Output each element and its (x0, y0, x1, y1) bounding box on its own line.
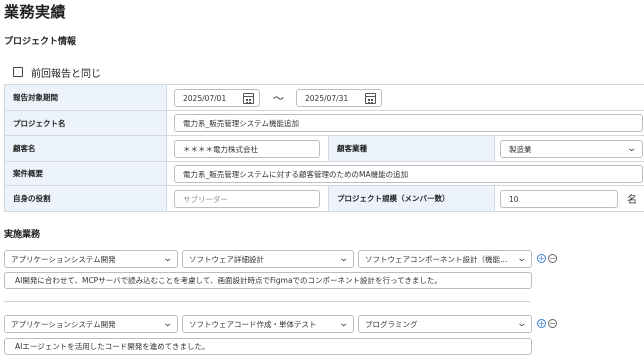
task-category-select[interactable]: アプリケーションシステム開発 ⌄ (4, 315, 178, 333)
role-row: 自身の役割 サブリーダー プロジェクト規模（メンバー数） 10 (4, 186, 644, 212)
plus-circle-icon[interactable]: + (537, 319, 546, 328)
role-input[interactable]: サブリーダー (174, 190, 320, 208)
period-start-input[interactable]: 2025/07/01 (174, 89, 260, 107)
chevron-down-icon: ⌄ (516, 319, 528, 329)
task-description-input[interactable]: AI開発に合わせて、MCPサーバで読み込むことを考慮して、画面設計時点でFigm… (4, 272, 532, 289)
industry-select[interactable]: 製造業 ⌄ (500, 140, 643, 158)
plus-circle-icon[interactable]: + (537, 254, 546, 263)
scale-label: プロジェクト規模（メンバー数） (328, 186, 495, 211)
industry-label: 顧客業種 (328, 136, 495, 161)
same-as-previous-checkbox[interactable] (13, 67, 23, 77)
chevron-down-icon: ⌄ (338, 319, 350, 329)
chevron-down-icon: ⌄ (626, 144, 638, 154)
role-label: 自身の役割 (4, 186, 167, 211)
scale-input[interactable]: 10 (500, 190, 618, 208)
tasks-section-title: 実施業務 (4, 230, 41, 240)
project-name-row: プロジェクト名 電力系_販売管理システム機能追加 (4, 111, 644, 136)
period-end-input[interactable]: 2025/07/31 (296, 89, 382, 107)
scale-unit: 名 (627, 195, 637, 206)
client-row: 顧客名 ＊＊＊＊電力株式会社 顧客業種 製造業 ⌄ (4, 136, 644, 162)
chevron-down-icon: ⌄ (338, 254, 350, 264)
period-label: 報告対象期間 (4, 85, 167, 110)
chevron-down-icon: ⌄ (162, 319, 174, 329)
overview-input[interactable]: 電力系_販売管理システムに対する顧客管理のためのMA機能の追加 (174, 165, 643, 183)
calendar-icon[interactable] (365, 93, 376, 104)
task-phase-select[interactable]: ソフトウェア詳細設計 ⌄ (182, 250, 354, 268)
chevron-down-icon: ⌄ (162, 254, 174, 264)
calendar-icon[interactable] (243, 93, 254, 104)
minus-circle-icon[interactable]: − (548, 319, 557, 328)
task-category-select[interactable]: アプリケーションシステム開発 ⌄ (4, 250, 178, 268)
project-section-title: プロジェクト情報 (4, 37, 77, 47)
minus-circle-icon[interactable]: − (548, 254, 557, 263)
task-description-input[interactable]: AIエージェントを活用したコード開発を進めてきました。 (4, 338, 532, 355)
task-phase-select[interactable]: ソフトウェアコード作成・単体テスト ⌄ (182, 315, 354, 333)
overview-label: 案件概要 (4, 162, 167, 185)
task-divider (4, 301, 530, 302)
project-info-table: 報告対象期間 2025/07/01 2025/07/31 プロジェクト名 電力系… (4, 84, 644, 212)
task-detail-select[interactable]: ソフトウェアコンポーネント設計（機能… ⌄ (358, 250, 532, 268)
page-title: 業務実績 (4, 3, 67, 21)
task-detail-select[interactable]: プログラミング ⌄ (358, 315, 532, 333)
project-name-input[interactable]: 電力系_販売管理システム機能追加 (174, 114, 643, 132)
client-name-input[interactable]: ＊＊＊＊電力株式会社 (174, 140, 320, 158)
project-name-label: プロジェクト名 (4, 111, 167, 135)
same-as-previous-label: 前回報告と同じ (31, 69, 101, 80)
period-separator: 〜 (273, 92, 284, 105)
overview-row: 案件概要 電力系_販売管理システムに対する顧客管理のためのMA機能の追加 (4, 162, 644, 186)
chevron-down-icon: ⌄ (516, 254, 528, 264)
period-row: 報告対象期間 2025/07/01 2025/07/31 (4, 85, 644, 111)
client-name-label: 顧客名 (4, 136, 167, 161)
